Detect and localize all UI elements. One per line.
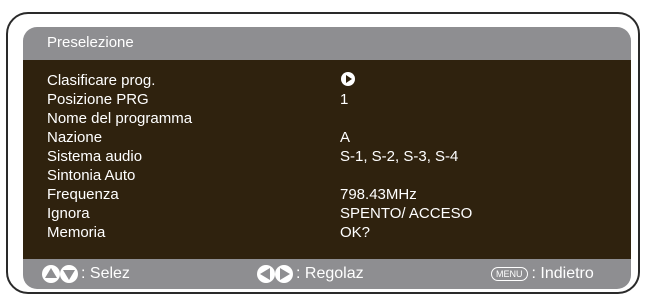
menu-item-clasificare-prog[interactable]: Clasificare prog.	[23, 71, 631, 90]
menu-item-label: Sintonia Auto	[47, 167, 136, 184]
menu-item-label: Memoria	[47, 224, 106, 241]
menu-item-sintonia-auto[interactable]: Sintonia Auto	[23, 166, 631, 185]
left-right-icon	[257, 265, 293, 283]
menu-item-label: Clasificare prog.	[47, 72, 156, 89]
menu-item-value: SPENTO/ ACCESO	[340, 205, 473, 222]
menu-item-ignora[interactable]: Ignora SPENTO/ ACCESO	[23, 204, 631, 223]
menu-key-icon: MENU	[491, 267, 528, 281]
select-hint-text: : Selez	[81, 265, 130, 282]
menu-item-nazione[interactable]: Nazione A	[23, 128, 631, 147]
menu-item-label: Nome del programma	[47, 110, 193, 127]
menu-item-value: 798.43MHz	[340, 186, 417, 203]
menu-panel: Preselezione Clasificare prog. Posizione…	[6, 12, 640, 294]
menu-item-memoria[interactable]: Memoria OK?	[23, 223, 631, 242]
menu-item-sistema-audio[interactable]: Sistema audio S-1, S-2, S-3, S-4	[23, 147, 631, 166]
menu-item-label: Nazione	[47, 129, 103, 146]
back-hint-text: : Indietro	[531, 265, 594, 282]
adjust-hint-text: : Regolaz	[296, 265, 364, 282]
adjust-hint: : Regolaz	[256, 259, 364, 289]
menu-title: Preselezione	[47, 34, 134, 51]
menu-item-label: Frequenza	[47, 186, 119, 203]
menu-item-value: OK?	[340, 224, 371, 241]
up-down-icon	[42, 265, 78, 283]
select-hint: : Selez	[41, 259, 130, 289]
menu-list: Clasificare prog. Posizione PRG 1 Nome d…	[23, 60, 631, 259]
menu-item-value: 1	[340, 91, 349, 108]
title-bar: Preselezione	[23, 27, 631, 60]
footer-hints: : Selez : Regolaz MENU : Indietro	[23, 259, 631, 289]
back-hint: MENU : Indietro	[491, 259, 594, 289]
menu-item-label: Ignora	[47, 205, 90, 222]
menu-item-value: A	[340, 129, 351, 146]
menu-item-label: Posizione PRG	[47, 91, 149, 108]
menu-item-value[interactable]	[340, 71, 356, 90]
menu-item-posizione-prg[interactable]: Posizione PRG 1	[23, 90, 631, 109]
play-icon[interactable]	[340, 71, 356, 87]
menu-item-value: S-1, S-2, S-3, S-4	[340, 148, 459, 165]
menu-item-label: Sistema audio	[47, 148, 143, 165]
menu-item-frequenza[interactable]: Frequenza 798.43MHz	[23, 185, 631, 204]
menu-item-nome-del-programma[interactable]: Nome del programma	[23, 109, 631, 128]
